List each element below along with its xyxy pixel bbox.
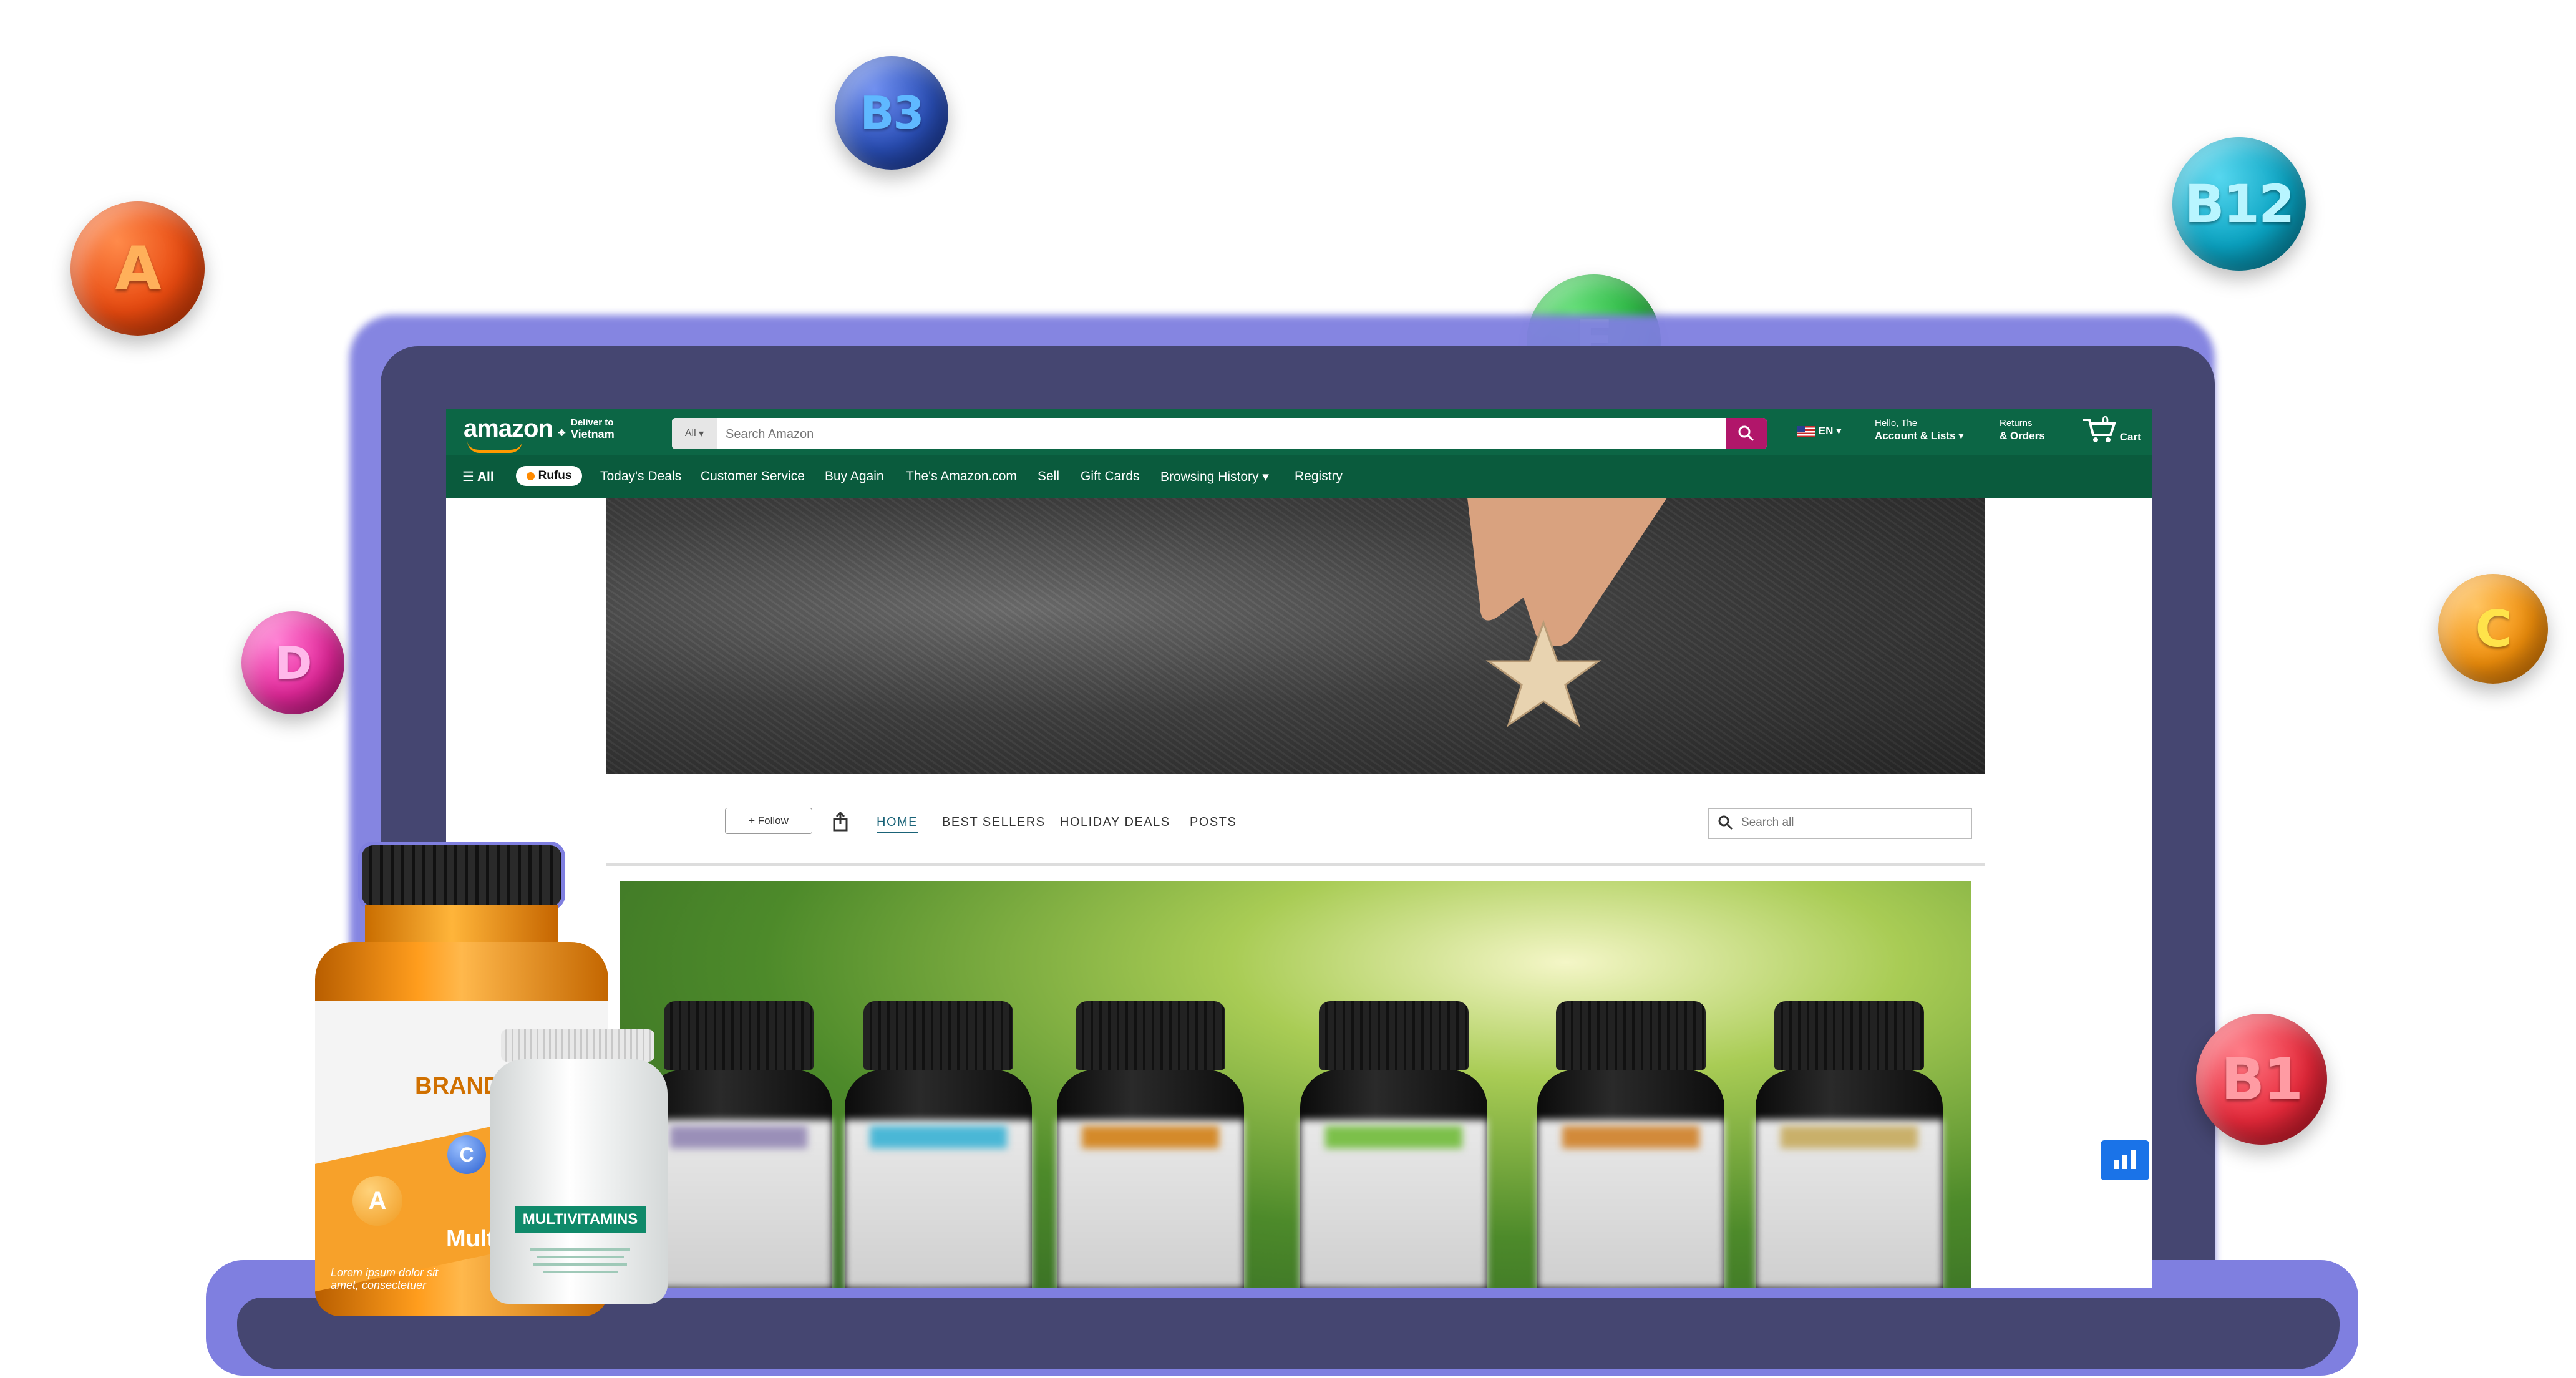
amazon-logo[interactable]: amazon <box>464 415 553 443</box>
hand-shape <box>1467 498 1667 646</box>
nav-gift-cards[interactable]: Gift Cards <box>1081 469 1140 484</box>
tab-best-sellers[interactable]: BEST SELLERS <box>942 815 1045 830</box>
vitamin-ball-a: A <box>70 201 205 336</box>
bottle-cap <box>362 845 561 906</box>
account-lists[interactable]: Hello, The Account & Lists ▾ <box>1875 417 1964 442</box>
vitamin-ball-b12: B12 <box>2172 137 2306 271</box>
vitamin-c-icon: C <box>447 1135 486 1174</box>
follow-button[interactable]: + Follow <box>725 808 812 834</box>
tab-posts[interactable]: POSTS <box>1190 815 1237 830</box>
banner-bottle <box>645 1001 832 1288</box>
tab-divider <box>606 863 1985 866</box>
cart-label: Cart <box>2119 431 2141 443</box>
share-icon[interactable] <box>831 812 850 832</box>
search-category-dropdown[interactable]: All ▾ <box>672 418 717 449</box>
vitamin-ball-b1: B1 <box>2196 1014 2327 1145</box>
nav-amazon-com[interactable]: The's Amazon.com <box>906 469 1017 484</box>
us-flag-icon <box>1797 425 1815 437</box>
amazon-subnav: ☰ All Rufus Today's Deals Customer Servi… <box>446 455 2152 498</box>
nav-todays-deals[interactable]: Today's Deals <box>600 469 681 484</box>
search-button[interactable] <box>1726 418 1767 449</box>
deliver-label: Deliver to <box>571 417 614 428</box>
search-bar: All ▾ <box>672 418 1767 449</box>
store-tabs-row: + Follow HOME BEST SELLERS HOLIDAY DEALS… <box>606 808 1985 842</box>
returns-orders[interactable]: Returns & Orders <box>2000 417 2045 442</box>
search-input[interactable] <box>724 418 1713 449</box>
multivitamins-label: MULTIVITAMINS <box>515 1206 646 1233</box>
location-pin-icon: ⌖ <box>558 426 566 440</box>
banner-bottle <box>1300 1001 1487 1288</box>
banner-bottle <box>1756 1001 1943 1288</box>
bottle-brand-text: BRAND <box>415 1073 501 1099</box>
nav-browsing-history[interactable]: Browsing History ▾ <box>1160 469 1269 485</box>
banner-bottle <box>1537 1001 1724 1288</box>
white-multivitamin-bottle: MULTIVITAMINS <box>490 1029 668 1304</box>
deliver-country: Vietnam <box>571 428 615 440</box>
cart[interactable]: 0 Cart <box>2081 415 2141 444</box>
product-banner[interactable] <box>620 881 1971 1288</box>
search-icon <box>1738 425 1754 442</box>
nav-registry[interactable]: Registry <box>1295 469 1343 484</box>
tab-holiday-deals[interactable]: HOLIDAY DEALS <box>1060 815 1170 830</box>
tab-home[interactable]: HOME <box>877 815 918 833</box>
analytics-widget-button[interactable] <box>2101 1140 2149 1180</box>
amazon-header: amazon ⌖ Deliver to Vietnam All ▾ EN ▾ H… <box>446 409 2152 455</box>
bar-chart-icon <box>2114 1160 2119 1169</box>
nav-customer-service[interactable]: Customer Service <box>701 469 805 484</box>
store-search-input[interactable] <box>1740 815 1961 830</box>
nav-buy-again[interactable]: Buy Again <box>825 469 884 484</box>
bottle-cap <box>501 1029 654 1062</box>
amazon-smile-icon <box>467 441 522 453</box>
rufus-button[interactable]: Rufus <box>516 466 582 486</box>
browser-screen: amazon ⌖ Deliver to Vietnam All ▾ EN ▾ H… <box>446 409 2152 1288</box>
rufus-icon <box>526 472 535 480</box>
vitamin-ball-b3: B3 <box>835 56 948 170</box>
nav-sell[interactable]: Sell <box>1038 469 1059 484</box>
banner-bottle <box>845 1001 1032 1288</box>
store-hero-banner <box>606 498 1985 774</box>
banner-bottle <box>1057 1001 1244 1288</box>
cart-count: 0 <box>2102 414 2109 428</box>
deliver-to[interactable]: ⌖ Deliver to Vietnam <box>558 417 615 441</box>
store-search <box>1708 808 1972 839</box>
hamburger-icon: ☰ <box>462 470 474 484</box>
bottle-description: Lorem ipsum dolor sit amet, consectetuer <box>331 1266 439 1291</box>
bottle-product-name: Mult <box>446 1226 495 1252</box>
search-icon <box>1718 815 1733 830</box>
star-icon <box>1485 619 1601 727</box>
vitamin-a-icon: A <box>352 1176 402 1226</box>
vitamin-ball-d: D <box>241 611 344 714</box>
language-selector[interactable]: EN ▾ <box>1797 425 1842 437</box>
cart-icon <box>2083 419 2116 442</box>
all-menu[interactable]: ☰ All <box>462 469 494 485</box>
vitamin-ball-c: C <box>2438 574 2548 684</box>
